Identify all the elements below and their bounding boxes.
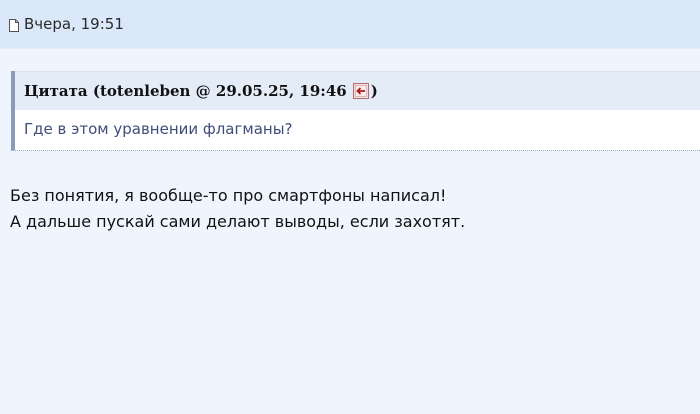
document-icon <box>9 18 19 32</box>
post-date-text: Вчера, 19:51 <box>24 15 124 33</box>
go-to-post-icon[interactable] <box>352 83 369 99</box>
quote-block: Цитата (totenleben @ 29.05.25, 19:46 ) Г… <box>11 71 700 151</box>
post-message-line: Без понятия, я вообще-то про смартфоны н… <box>10 186 447 205</box>
post-message-line: А дальше пускай сами делают выводы, если… <box>10 212 466 231</box>
post-header: Вчера, 19:51 <box>0 0 700 49</box>
post-date: Вчера, 19:51 <box>9 15 124 33</box>
quote-title-text: Цитата (totenleben @ 29.05.25, 19:46 <box>24 82 347 100</box>
quote-text: Где в этом уравнении флагманы? <box>24 120 293 138</box>
post-message: Без понятия, я вообще-то про смартфоны н… <box>10 183 465 235</box>
quote-title: Цитата (totenleben @ 29.05.25, 19:46 ) <box>15 71 700 110</box>
quote-title-close: ) <box>370 82 378 100</box>
